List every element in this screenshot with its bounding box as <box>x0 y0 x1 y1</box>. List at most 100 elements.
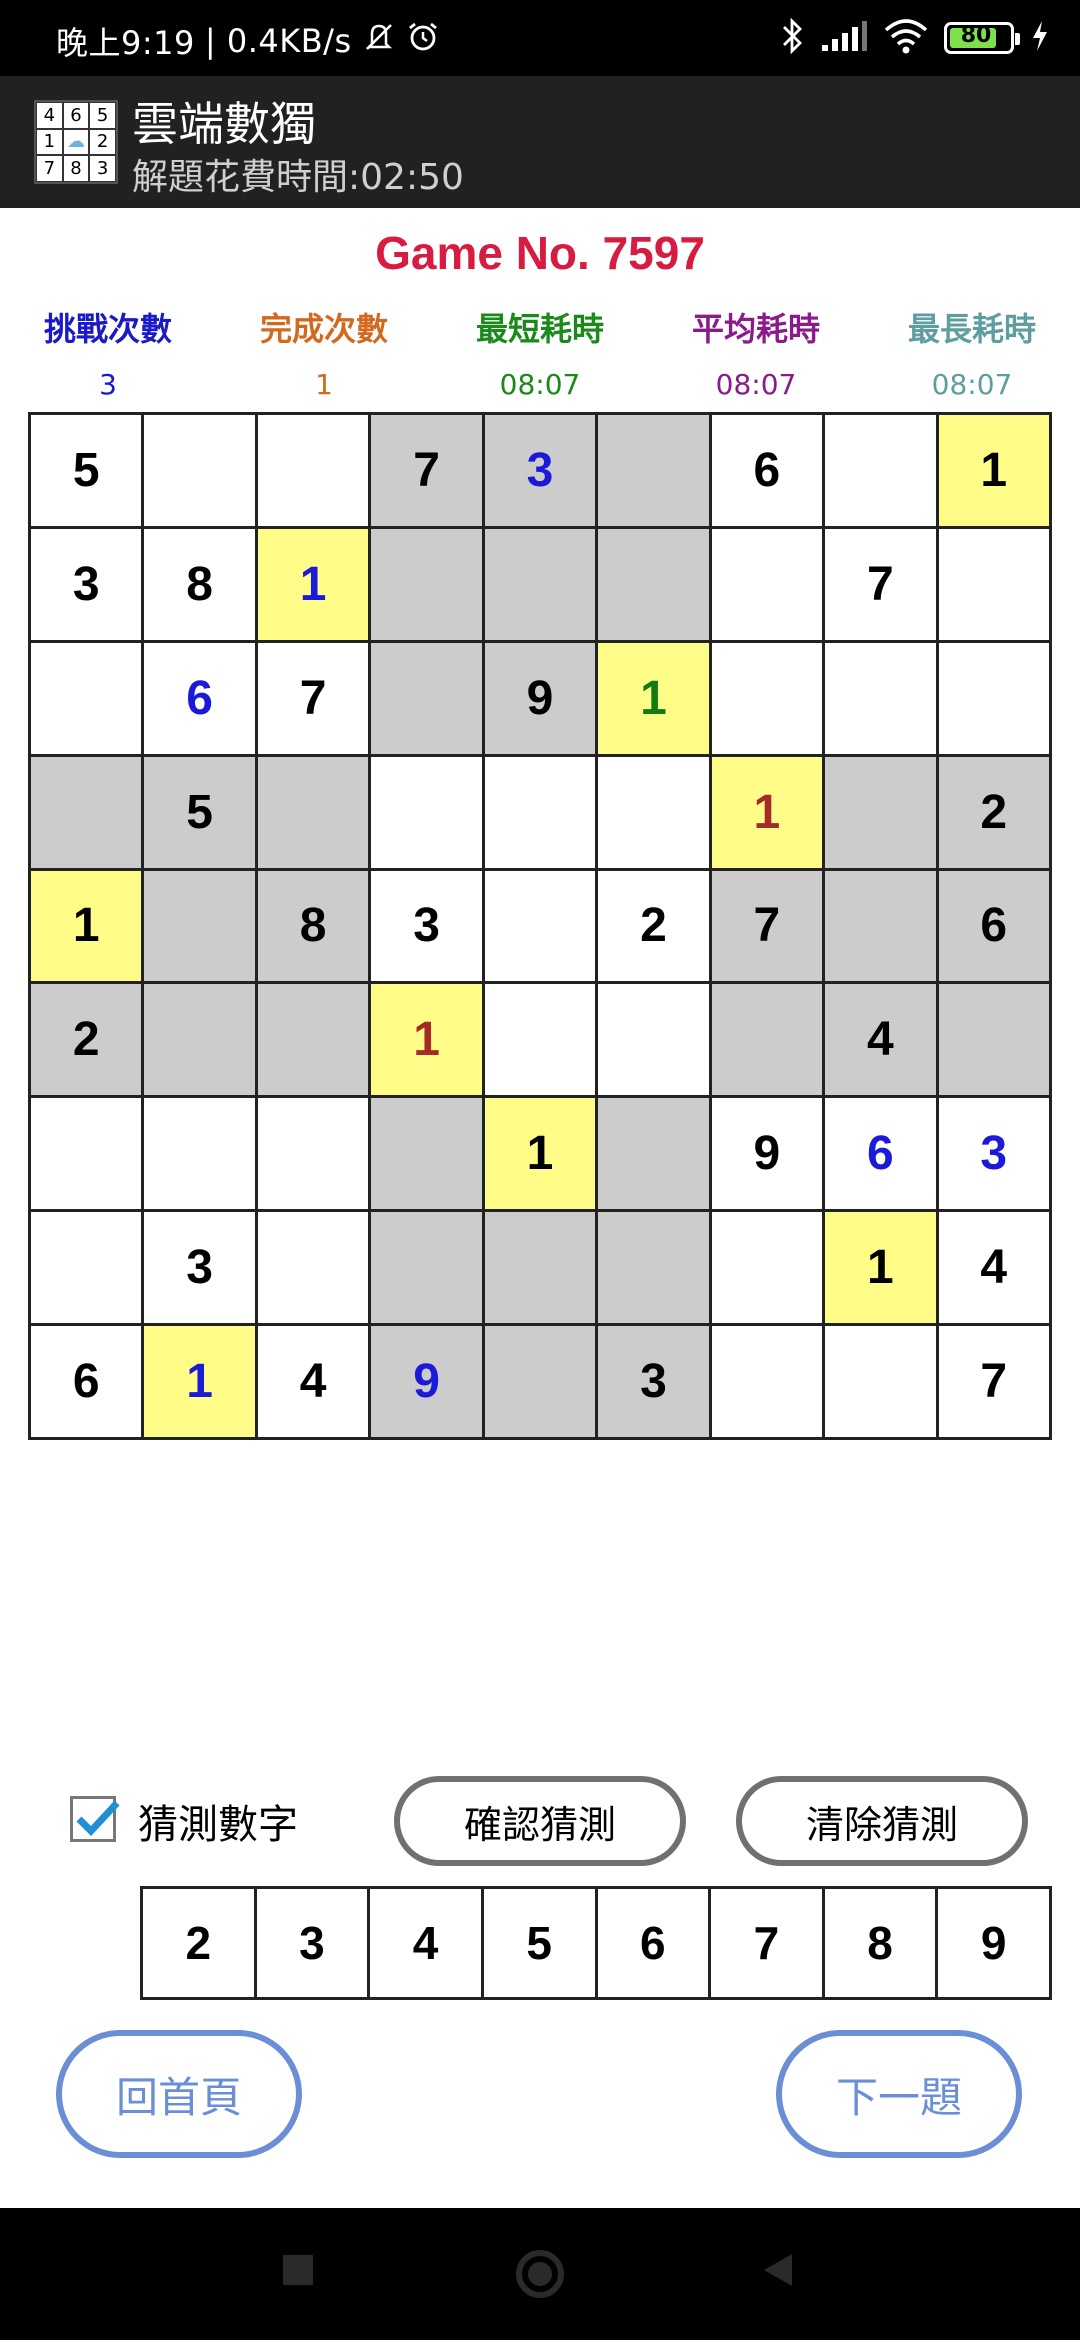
sudoku-cell[interactable]: 1 <box>144 1326 255 1437</box>
sudoku-cell[interactable]: 6 <box>825 1098 936 1210</box>
sudoku-cell[interactable]: 1 <box>257 528 369 640</box>
sudoku-cell[interactable] <box>711 1326 823 1437</box>
sudoku-cell[interactable] <box>598 528 709 640</box>
sudoku-cell[interactable]: 1 <box>938 415 1049 526</box>
sudoku-cell[interactable] <box>257 1212 369 1324</box>
sudoku-cell[interactable] <box>371 642 482 754</box>
sudoku-cell[interactable] <box>144 415 255 526</box>
sudoku-cell[interactable] <box>711 1212 823 1324</box>
sudoku-cell[interactable] <box>825 415 936 526</box>
sudoku-cell[interactable]: 4 <box>938 1212 1049 1324</box>
sudoku-cell[interactable]: 7 <box>257 642 369 754</box>
confirm-guess-button[interactable]: 確認猜測 <box>394 1776 686 1866</box>
numpad-key-6[interactable]: 6 <box>597 1889 709 1997</box>
sudoku-cell[interactable]: 3 <box>484 415 596 526</box>
sudoku-cell[interactable] <box>371 528 482 640</box>
numpad-key-7[interactable]: 7 <box>711 1889 822 1997</box>
sudoku-cell[interactable]: 1 <box>711 756 823 868</box>
sudoku-cell[interactable]: 7 <box>938 1326 1049 1437</box>
signal-icon <box>820 19 868 57</box>
recents-icon[interactable] <box>280 2252 316 2292</box>
sudoku-cell[interactable]: 4 <box>257 1326 369 1437</box>
home-circle-icon[interactable] <box>514 2248 566 2304</box>
sudoku-cell[interactable] <box>598 984 709 1096</box>
sudoku-cell[interactable]: 1 <box>371 984 482 1096</box>
sudoku-cell[interactable]: 8 <box>257 870 369 982</box>
sudoku-cell[interactable]: 5 <box>144 756 255 868</box>
sudoku-cell[interactable] <box>484 756 596 868</box>
sudoku-cell[interactable] <box>598 1098 709 1210</box>
next-puzzle-button[interactable]: 下一題 <box>776 2030 1022 2158</box>
sudoku-cell[interactable]: 5 <box>31 415 142 526</box>
sudoku-cell[interactable] <box>484 1326 596 1437</box>
sudoku-cell[interactable] <box>825 870 936 982</box>
sudoku-cell[interactable] <box>371 1212 482 1324</box>
sudoku-cell[interactable]: 1 <box>598 642 709 754</box>
sudoku-cell[interactable] <box>31 756 142 868</box>
sudoku-cell[interactable] <box>257 756 369 868</box>
sudoku-cell[interactable] <box>598 415 709 526</box>
sudoku-cell[interactable]: 9 <box>711 1098 823 1210</box>
sudoku-cell[interactable]: 9 <box>484 642 596 754</box>
sudoku-cell[interactable]: 2 <box>31 984 142 1096</box>
sudoku-cell[interactable]: 2 <box>938 756 1049 868</box>
stat-average: 平均耗時 08:07 <box>648 304 864 401</box>
numpad-key-9[interactable]: 9 <box>938 1889 1049 1997</box>
guess-checkbox[interactable] <box>70 1796 120 1842</box>
sudoku-cell[interactable]: 3 <box>938 1098 1049 1210</box>
sudoku-cell[interactable]: 6 <box>938 870 1049 982</box>
sudoku-cell[interactable] <box>257 415 369 526</box>
sudoku-cell[interactable] <box>711 642 823 754</box>
numpad-key-8[interactable]: 8 <box>824 1889 936 1997</box>
sudoku-cell[interactable] <box>371 756 482 868</box>
sudoku-cell[interactable] <box>257 984 369 1096</box>
sudoku-cell[interactable]: 2 <box>598 870 709 982</box>
sudoku-cell[interactable]: 3 <box>598 1326 709 1437</box>
numpad-key-3[interactable]: 3 <box>256 1889 368 1997</box>
sudoku-cell[interactable] <box>31 1098 142 1210</box>
sudoku-cell[interactable]: 6 <box>144 642 255 754</box>
sudoku-cell[interactable] <box>825 642 936 754</box>
numpad-key-5[interactable]: 5 <box>483 1889 595 1997</box>
sudoku-cell[interactable] <box>257 1098 369 1210</box>
clear-guess-button[interactable]: 清除猜測 <box>736 1776 1028 1866</box>
sudoku-cell[interactable] <box>31 642 142 754</box>
sudoku-cell[interactable] <box>711 984 823 1096</box>
sudoku-cell[interactable]: 1 <box>31 870 142 982</box>
sudoku-cell[interactable] <box>144 1098 255 1210</box>
sudoku-cell[interactable]: 8 <box>144 528 255 640</box>
sudoku-cell[interactable]: 3 <box>31 528 142 640</box>
sudoku-cell[interactable] <box>484 1212 596 1324</box>
sudoku-cell[interactable]: 1 <box>484 1098 596 1210</box>
sudoku-cell[interactable] <box>711 528 823 640</box>
sudoku-cell[interactable]: 7 <box>371 415 482 526</box>
sudoku-cell[interactable] <box>825 756 936 868</box>
sudoku-cell[interactable] <box>938 528 1049 640</box>
sudoku-cell[interactable]: 9 <box>371 1326 482 1437</box>
sudoku-cell[interactable] <box>484 870 596 982</box>
sudoku-cell[interactable] <box>598 756 709 868</box>
numpad-key-4[interactable]: 4 <box>370 1889 481 1997</box>
sudoku-cell[interactable]: 7 <box>825 528 936 640</box>
sudoku-cell[interactable] <box>31 1212 142 1324</box>
sudoku-cell[interactable]: 3 <box>144 1212 255 1324</box>
sudoku-cell[interactable]: 7 <box>711 870 823 982</box>
back-icon[interactable] <box>760 2252 796 2292</box>
sudoku-cell[interactable] <box>144 870 255 982</box>
sudoku-cell[interactable]: 3 <box>371 870 482 982</box>
guess-checkbox-label[interactable]: 猜測數字 <box>138 1792 298 1850</box>
sudoku-cell[interactable] <box>484 984 596 1096</box>
sudoku-cell[interactable] <box>825 1326 936 1437</box>
numpad-key-2[interactable]: 2 <box>143 1889 254 1997</box>
sudoku-cell[interactable]: 6 <box>711 415 823 526</box>
sudoku-cell[interactable]: 1 <box>825 1212 936 1324</box>
sudoku-cell[interactable] <box>938 642 1049 754</box>
sudoku-cell[interactable] <box>144 984 255 1096</box>
sudoku-cell[interactable] <box>371 1098 482 1210</box>
sudoku-cell[interactable] <box>938 984 1049 1096</box>
sudoku-cell[interactable]: 4 <box>825 984 936 1096</box>
sudoku-cell[interactable]: 6 <box>31 1326 142 1437</box>
sudoku-cell[interactable] <box>484 528 596 640</box>
sudoku-cell[interactable] <box>598 1212 709 1324</box>
home-button[interactable]: 回首頁 <box>56 2030 302 2158</box>
